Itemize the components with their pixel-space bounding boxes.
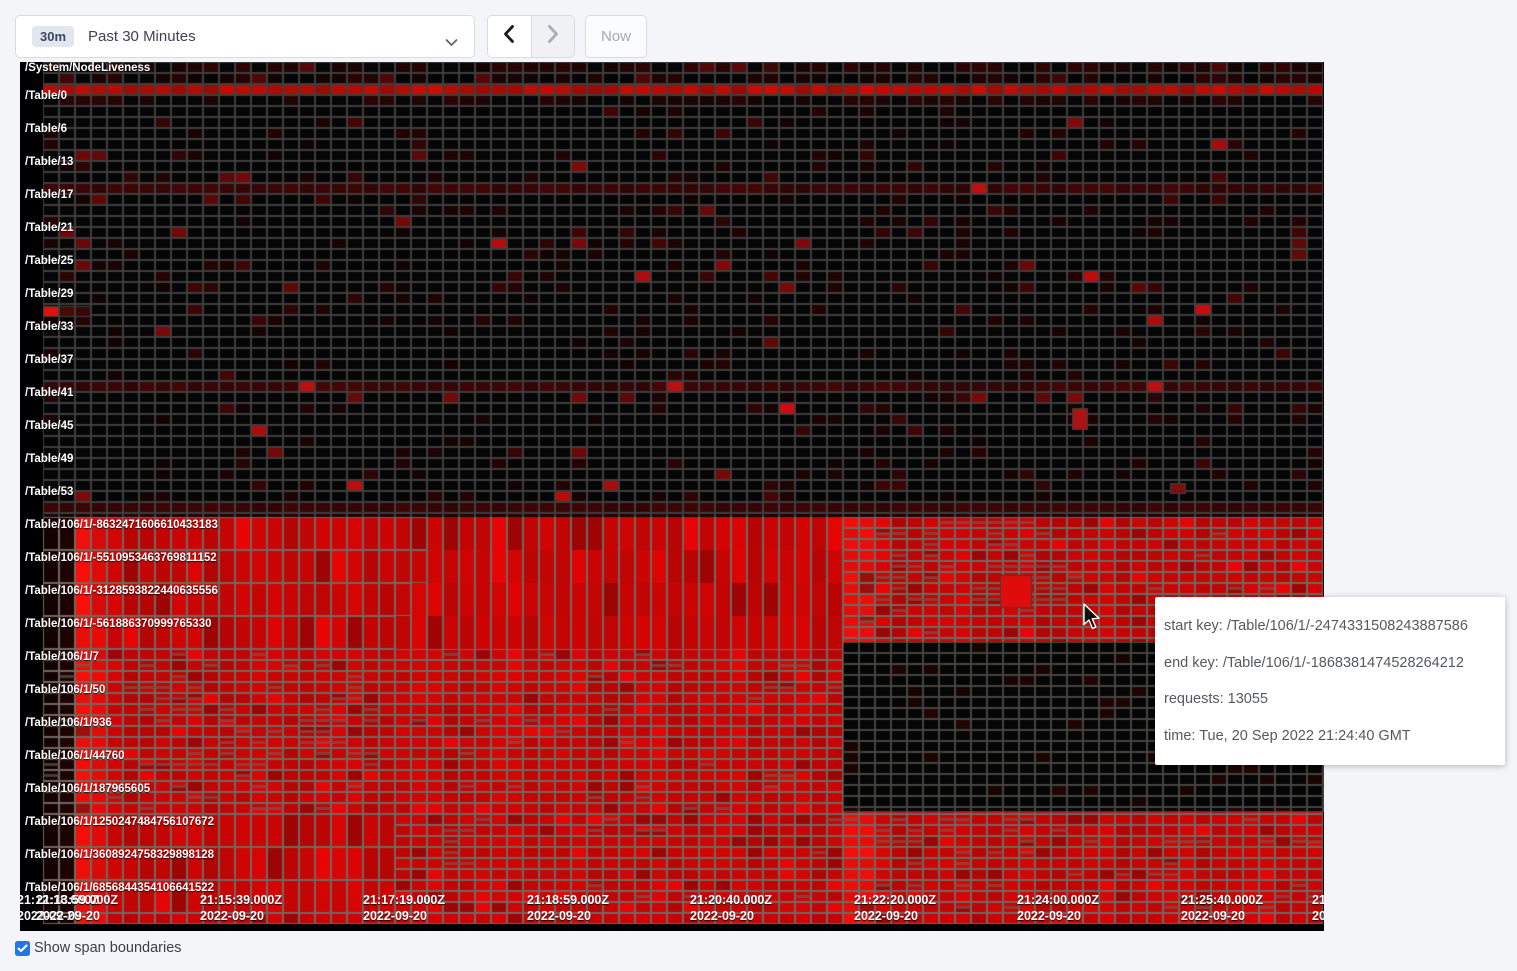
time-range-label: Past 30 Minutes [88, 28, 196, 45]
key-range-label: /Table/106/1/7 [25, 651, 99, 664]
show-span-boundaries-label: Show span boundaries [34, 940, 182, 956]
key-range-label: /Table/106/1/-5510953463769811152 [25, 552, 217, 565]
key-range-label: /Table/106/1/-561886370999765330 [25, 618, 212, 631]
chevron-down-icon [445, 34, 458, 52]
time-axis-label: 21:18:59.000Z2022-09-20 [527, 892, 609, 924]
time-axis-label: 21:20:40.000Z2022-09-20 [690, 892, 772, 924]
footer: Show span boundaries [15, 940, 182, 956]
key-range-label: /Table/0 [25, 90, 67, 103]
key-range-label: /Table/13 [25, 156, 73, 169]
key-range-label: /Table/49 [25, 453, 73, 466]
key-range-label: /Table/45 [25, 420, 73, 433]
time-range-dropdown[interactable]: 30m Past 30 Minutes [15, 15, 475, 58]
key-range-label: /Table/37 [25, 354, 73, 367]
span-tooltip: start key: /Table/106/1/-247433150824388… [1155, 597, 1505, 765]
key-range-label: /Table/106/1/50 [25, 684, 105, 697]
show-span-boundaries-checkbox[interactable] [15, 941, 30, 956]
chevron-left-icon [503, 25, 515, 48]
time-axis-label: 21:13:59.000Z2022-09-20 [36, 892, 118, 924]
key-range-label: /Table/53 [25, 486, 73, 499]
time-axis-label: 21:27:06.000Z2022-09-20 [1312, 892, 1324, 924]
next-time-button[interactable] [532, 16, 575, 57]
time-axis-label: 21:17:19.000Z2022-09-20 [363, 892, 445, 924]
chevron-right-icon [547, 25, 559, 48]
time-axis-label: 21:15:39.000Z2022-09-20 [200, 892, 282, 924]
tooltip-end-key: end key: /Table/106/1/-18683814745282642… [1164, 645, 1496, 682]
time-nav-group [487, 15, 575, 58]
key-range-label: /Table/21 [25, 222, 73, 235]
tooltip-start-key: start key: /Table/106/1/-247433150824388… [1164, 608, 1496, 645]
time-range-badge: 30m [32, 26, 74, 47]
key-range-label: /Table/6 [25, 123, 67, 136]
key-visualizer-canvas[interactable] [20, 62, 1324, 931]
key-range-label: /Table/33 [25, 321, 73, 334]
key-range-label: /Table/106/1/187965605 [25, 783, 150, 796]
now-button[interactable]: Now [585, 15, 647, 58]
time-axis-label: 21:25:40.000Z2022-09-20 [1181, 892, 1263, 924]
key-range-label: /Table/29 [25, 288, 73, 301]
key-visualizer: /System/NodeLiveness/Table/0/Table/6/Tab… [20, 62, 1324, 931]
key-range-label: /Table/25 [25, 255, 73, 268]
now-button-label: Now [601, 28, 631, 45]
tooltip-time: time: Tue, 20 Sep 2022 21:24:40 GMT [1164, 718, 1496, 755]
key-range-label: /Table/41 [25, 387, 73, 400]
key-range-label: /Table/106/1/936 [25, 717, 112, 730]
toolbar: 30m Past 30 Minutes Now [0, 0, 1517, 62]
key-range-label: /Table/106/1/3608924758329898128 [25, 849, 214, 862]
time-axis-label: 21:24:00.000Z2022-09-20 [1017, 892, 1099, 924]
key-range-label: /Table/106/1/1250247484756107672 [25, 816, 214, 829]
prev-time-button[interactable] [488, 16, 532, 57]
key-range-label: /Table/106/1/-3128593822440635556 [25, 585, 218, 598]
key-range-label: /Table/17 [25, 189, 73, 202]
tooltip-requests: requests: 13055 [1164, 681, 1496, 718]
key-range-label: /System/NodeLiveness [25, 62, 150, 75]
key-range-label: /Table/106/1/-8632471606610433183 [25, 519, 218, 532]
key-range-label: /Table/106/1/44760 [25, 750, 125, 763]
time-axis-label: 21:22:20.000Z2022-09-20 [854, 892, 936, 924]
